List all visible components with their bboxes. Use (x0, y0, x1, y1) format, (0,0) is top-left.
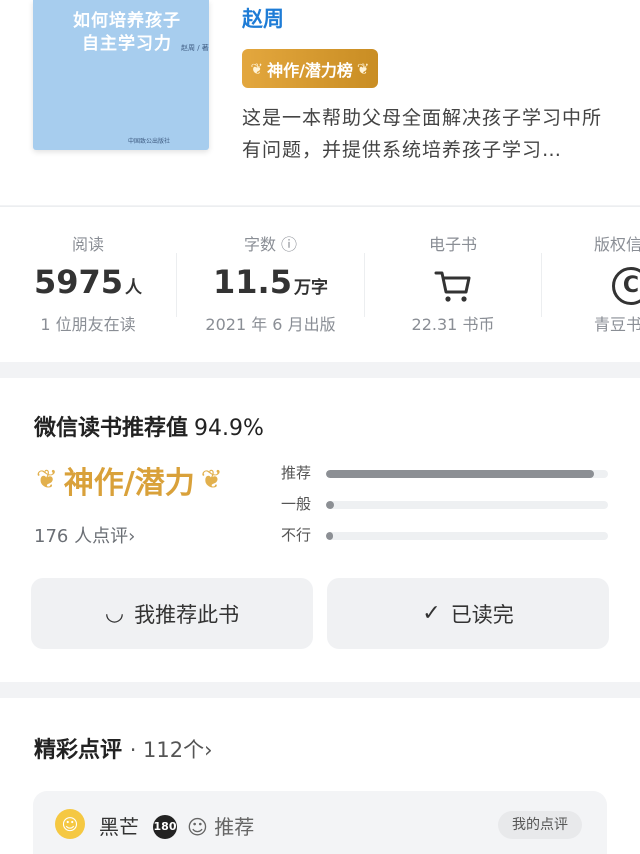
stat-words-value: 11.5 万字 (213, 263, 328, 301)
bar-row-average: 一般 (281, 491, 609, 522)
rating-bars: 推荐 一般 不行 (281, 460, 609, 553)
recommend-book-button[interactable]: ◡ 我推荐此书 (31, 578, 313, 649)
author-link[interactable]: 赵周 (242, 3, 284, 33)
rank-label: ❦ 神作/潜力 ❦ (30, 458, 229, 502)
book-header: 如何培养孩子自主学习力 赵周 / 著 中国致公出版社 赵周 ❦ 神作/潜力榜 ❦… (0, 0, 640, 205)
stats-row: 阅读 5975 人 1 位朋友在读 字数 ⓘ 11.5 万字 2021 年 6 月出… (0, 206, 640, 362)
level-badge: 180 (153, 815, 177, 839)
finished-reading-label: 已读完 (450, 602, 514, 627)
stat-reading[interactable]: 阅读 5975 人 1 位朋友在读 (0, 207, 176, 363)
stat-reading-label: 阅读 (71, 235, 104, 254)
bar-row-recommend: 推荐 (281, 460, 609, 491)
recommend-card: 微信读书推荐值 94.9% ❦ 神作/潜力 ❦ 176 人点评› 推荐 一般 不行… (0, 378, 640, 682)
laurel-left-icon: ❦ (36, 465, 58, 495)
stat-words[interactable]: 字数 ⓘ 11.5 万字 2021 年 6 月出版 (177, 207, 364, 363)
my-review-button[interactable]: 我的点评 (498, 811, 582, 839)
recommend-book-label: 我推荐此书 (134, 602, 240, 627)
cover-publisher: 中国致公出版社 (128, 138, 171, 145)
finished-reading-button[interactable]: ✓ 已读完 (327, 578, 609, 649)
recommend-title: 微信读书推荐值 94.9% (34, 416, 264, 441)
stat-ebook-label: 电子书 (428, 235, 477, 254)
cart-icon (434, 271, 471, 302)
review-card[interactable]: ☺ 黑芒 180 ☺ 推荐 我的点评 (33, 791, 607, 854)
bar-label: 不行 (281, 526, 312, 544)
reviews-section: 精彩点评 · 112个› ☺ 黑芒 180 ☺ 推荐 我的点评 (0, 698, 640, 854)
bar-fill (326, 501, 335, 509)
stat-reading-sub: 1 位朋友在读 (40, 315, 136, 334)
stat-ebook[interactable]: 电子书 22.31 书币 (365, 207, 541, 363)
stat-ebook-sub: 22.31 书币 (411, 315, 495, 334)
avatar[interactable]: ☺ (55, 809, 85, 839)
stat-words-label: 字数 ⓘ (243, 235, 298, 254)
review-count-link[interactable]: 176 人点评› (34, 522, 135, 548)
bar-row-bad: 不行 (281, 522, 609, 553)
bar-track (326, 470, 608, 478)
check-circle-icon: ✓ (422, 601, 441, 626)
laurel-right-icon: ❦ (200, 465, 223, 495)
laurel-left-icon: ❦ (250, 59, 264, 78)
bar-fill (326, 470, 594, 478)
rank-label-text: 神作/潜力 (63, 466, 195, 501)
stat-copyright-label: 版权信 (594, 235, 640, 254)
stat-copyright[interactable]: 版权信 C 青豆书 (542, 207, 640, 363)
copyright-icon: C (612, 267, 640, 305)
stat-reading-value: 5975 人 (33, 263, 143, 301)
smile-icon: ◡ (104, 601, 125, 626)
rank-badge[interactable]: ❦ 神作/潜力榜 ❦ (242, 49, 378, 88)
bar-track (326, 532, 608, 540)
stat-words-sub: 2021 年 6 月出版 (205, 315, 336, 334)
reviews-title[interactable]: 精彩点评 · 112个› (34, 732, 213, 764)
bar-label: 推荐 (281, 464, 312, 482)
bar-fill (326, 532, 334, 540)
recommend-tag: ☺ 推荐 (187, 815, 255, 839)
book-cover[interactable]: 如何培养孩子自主学习力 赵周 / 著 中国致公出版社 (33, 0, 209, 150)
bar-label: 一般 (281, 495, 312, 513)
book-description[interactable]: 这是一本帮助父母全面解决孩子学习中所有问题，并提供系统培养孩子学习… (242, 102, 617, 166)
cover-author: 赵周 / 著 (181, 44, 209, 52)
cover-title: 如何培养孩子自主学习力 (73, 11, 181, 54)
stat-copyright-sub: 青豆书 (594, 315, 640, 334)
bar-track (326, 501, 608, 509)
laurel-right-icon: ❦ (356, 59, 370, 78)
reviewer-name[interactable]: 黑芒 (99, 811, 139, 840)
rank-badge-label: 神作/潜力榜 (267, 60, 353, 80)
